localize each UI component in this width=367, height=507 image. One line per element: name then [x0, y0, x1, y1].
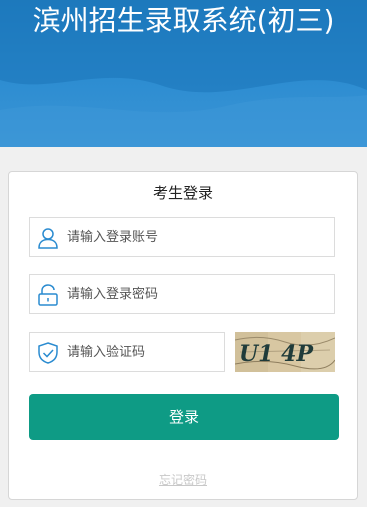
login-card: 考生登录 U1 4P 登录 — [8, 171, 358, 500]
lock-icon — [38, 284, 58, 306]
forgot-password-link[interactable]: 忘记密码 — [9, 471, 357, 488]
header-banner: 滨州招生录取系统(初三) — [0, 0, 367, 147]
captcha-input[interactable] — [67, 333, 217, 371]
captcha-image[interactable]: U1 4P — [235, 332, 335, 372]
shield-check-icon — [38, 342, 58, 364]
user-icon — [38, 228, 58, 249]
account-input[interactable] — [67, 218, 327, 256]
password-input[interactable] — [67, 275, 327, 313]
account-field[interactable] — [29, 217, 335, 257]
page-title: 滨州招生录取系统(初三) — [32, 4, 335, 37]
captcha-noise: U1 4P — [235, 332, 335, 372]
login-button[interactable]: 登录 — [29, 394, 339, 440]
captcha-field[interactable] — [29, 332, 225, 372]
login-heading: 考生登录 — [152, 184, 213, 202]
password-field[interactable] — [29, 274, 335, 314]
captcha-text: U1 4P — [239, 341, 314, 367]
